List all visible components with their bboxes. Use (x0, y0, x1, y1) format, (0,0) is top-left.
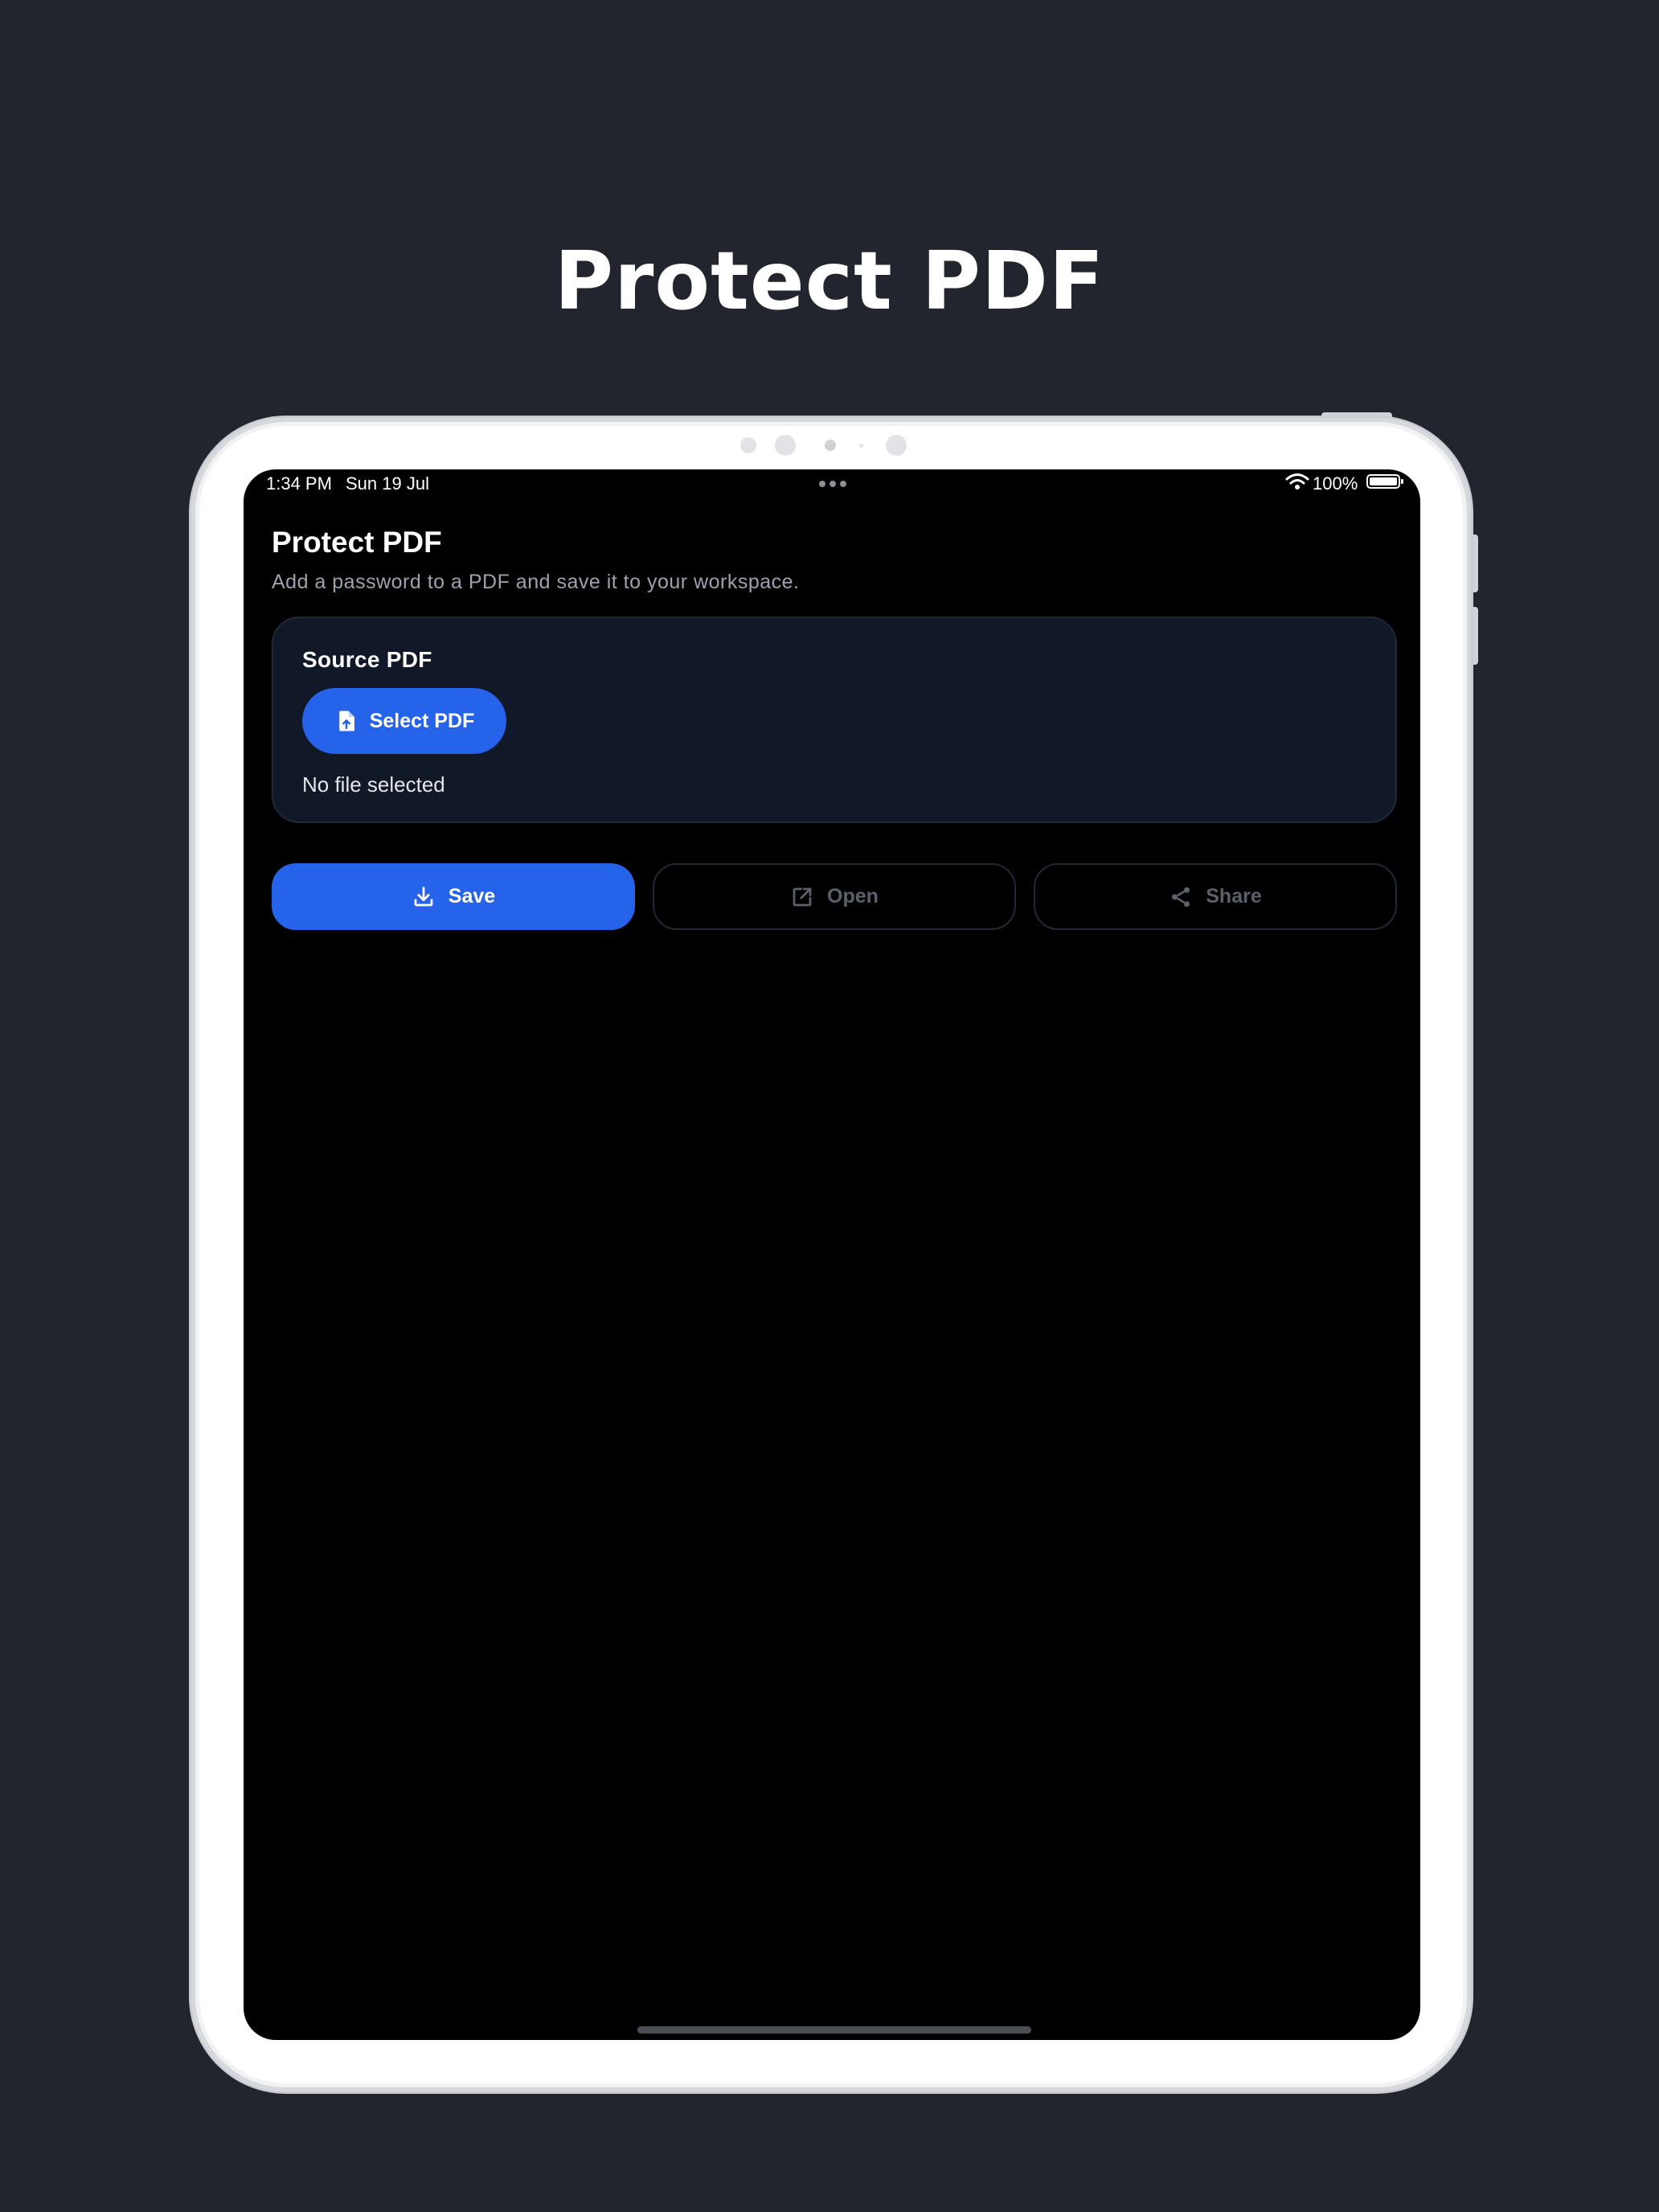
device-volume-up-button (1471, 535, 1478, 592)
app-screen: 1:34 PM Sun 19 Jul 100% Protect PDF Add … (244, 469, 1420, 2040)
source-pdf-card: Source PDF Select PDF No file selected (272, 616, 1397, 823)
status-time: 1:34 PM (266, 473, 332, 494)
open-button[interactable]: Open (653, 863, 1016, 930)
download-icon (414, 886, 433, 906)
sensor-dot (859, 444, 863, 448)
camera-lens (825, 440, 836, 451)
status-date: Sun 19 Jul (346, 473, 429, 494)
open-label: Open (827, 885, 879, 907)
multitasking-dots-icon[interactable] (819, 481, 846, 487)
sensor-dot (886, 435, 907, 456)
select-pdf-button[interactable]: Select PDF (302, 688, 506, 754)
save-button[interactable]: Save (272, 863, 635, 930)
share-icon (1172, 887, 1190, 907)
status-bar: 1:34 PM Sun 19 Jul 100% (244, 469, 1420, 498)
select-pdf-label: Select PDF (369, 709, 475, 732)
page-title: Protect PDF (272, 526, 442, 559)
file-upload-icon (338, 711, 354, 731)
page-subtitle: Add a password to a PDF and save it to y… (272, 571, 800, 593)
home-indicator[interactable] (637, 2026, 1031, 2034)
sensor-dot (775, 435, 796, 456)
sensor-dot (740, 437, 756, 453)
external-link-icon (793, 887, 812, 906)
share-button[interactable]: Share (1034, 863, 1397, 930)
file-status-text: No file selected (302, 772, 445, 797)
source-pdf-title: Source PDF (302, 647, 432, 672)
share-label: Share (1206, 885, 1262, 907)
wifi-icon (1285, 473, 1309, 490)
battery-icon (1366, 474, 1403, 489)
device-volume-down-button (1471, 607, 1478, 665)
promo-title: Protect PDF (554, 234, 1105, 328)
save-label: Save (448, 885, 496, 907)
battery-percentage: 100% (1313, 473, 1358, 494)
